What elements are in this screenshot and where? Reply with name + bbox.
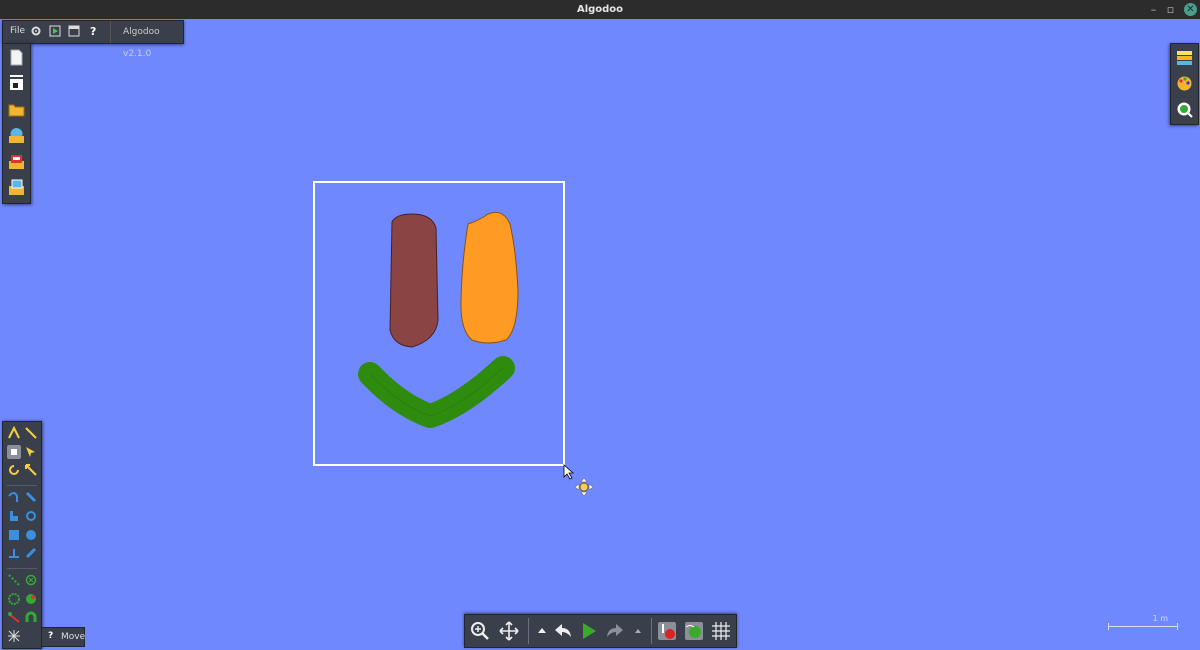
spring-axle-tool-icon[interactable]: [7, 611, 21, 625]
toolbox-divider: [7, 485, 37, 486]
magnet-tool-icon[interactable]: [24, 611, 38, 625]
help-icon[interactable]: ?: [87, 25, 99, 37]
current-mode-label: ? Move: [41, 627, 85, 647]
laser-tool-icon[interactable]: [24, 592, 38, 606]
toolbar-separator: [528, 618, 529, 644]
gravity-icon[interactable]: [657, 621, 677, 641]
move-tool-icon[interactable]: [7, 445, 21, 459]
save-folder-icon[interactable]: [8, 179, 25, 196]
gear-icon[interactable]: [30, 25, 42, 37]
brush-tool-icon[interactable]: [7, 629, 21, 643]
spring-tool-icon[interactable]: [24, 490, 38, 504]
scale-tool-icon[interactable]: [24, 463, 38, 477]
chain-tool-icon[interactable]: [24, 546, 38, 560]
layers-icon[interactable]: [1176, 49, 1193, 66]
rope-tool-icon[interactable]: [7, 490, 21, 504]
air-icon[interactable]: [684, 621, 704, 641]
fixate-tool-icon[interactable]: [7, 509, 21, 523]
up-arrow-icon[interactable]: [532, 621, 552, 641]
grid-icon[interactable]: [711, 621, 731, 641]
sketch-tool-icon[interactable]: [7, 426, 21, 440]
undo-icon[interactable]: [553, 621, 573, 641]
scale-bar: [1108, 626, 1178, 627]
top-toolbar: File ? Algodoo v2.1.0: [2, 20, 184, 59]
pan-icon[interactable]: [499, 621, 519, 641]
scene-shapes: [358, 211, 519, 428]
move-handle-icon[interactable]: [575, 478, 593, 496]
window-icon[interactable]: [68, 25, 80, 37]
thruster-tool-icon[interactable]: [7, 592, 21, 606]
selection-box[interactable]: [313, 181, 565, 466]
new-scene-icon[interactable]: [8, 49, 25, 66]
zoom-to-fit-icon[interactable]: [1176, 101, 1193, 118]
dropdown-arrow-icon[interactable]: [628, 621, 648, 641]
scene-properties-icon[interactable]: [8, 74, 25, 91]
palette-icon[interactable]: [1176, 75, 1193, 92]
hinge-tool-icon[interactable]: [24, 573, 38, 587]
right-toolbar: [1170, 43, 1199, 125]
play-window-icon[interactable]: [49, 25, 61, 37]
scale-indicator: 1 m: [1108, 614, 1178, 634]
version-label: Algodoo v2.1.0: [110, 21, 183, 59]
toolbar-separator: [651, 618, 652, 644]
cut-tool-icon[interactable]: [24, 426, 38, 440]
drag-tool-icon[interactable]: [24, 445, 38, 459]
toolbox-divider: [7, 568, 37, 569]
open-folder-icon[interactable]: [8, 101, 25, 118]
mouse-cursor-icon: [563, 464, 575, 480]
gear-tool-icon[interactable]: [24, 509, 38, 523]
scale-label: 1 m: [1152, 614, 1168, 623]
zoom-icon[interactable]: [470, 621, 490, 641]
lessons-icon[interactable]: [8, 153, 25, 170]
mode-text: Move: [61, 632, 86, 642]
box-tool-icon[interactable]: [7, 528, 21, 542]
bottom-toolbar: [464, 614, 737, 648]
rotate-tool-icon[interactable]: [7, 463, 21, 477]
toolbox: [2, 421, 42, 649]
help-icon[interactable]: ?: [48, 631, 53, 641]
left-toolbar: [2, 43, 31, 204]
file-menu[interactable]: File: [10, 26, 25, 36]
play-icon[interactable]: [579, 621, 599, 641]
circle-tool-icon[interactable]: [24, 528, 38, 542]
svg-text:?: ?: [90, 25, 96, 37]
plane-tool-icon[interactable]: [7, 546, 21, 560]
algobox-icon[interactable]: [8, 127, 25, 144]
tracer-tool-icon[interactable]: [7, 573, 21, 587]
redo-icon[interactable]: [605, 621, 625, 641]
